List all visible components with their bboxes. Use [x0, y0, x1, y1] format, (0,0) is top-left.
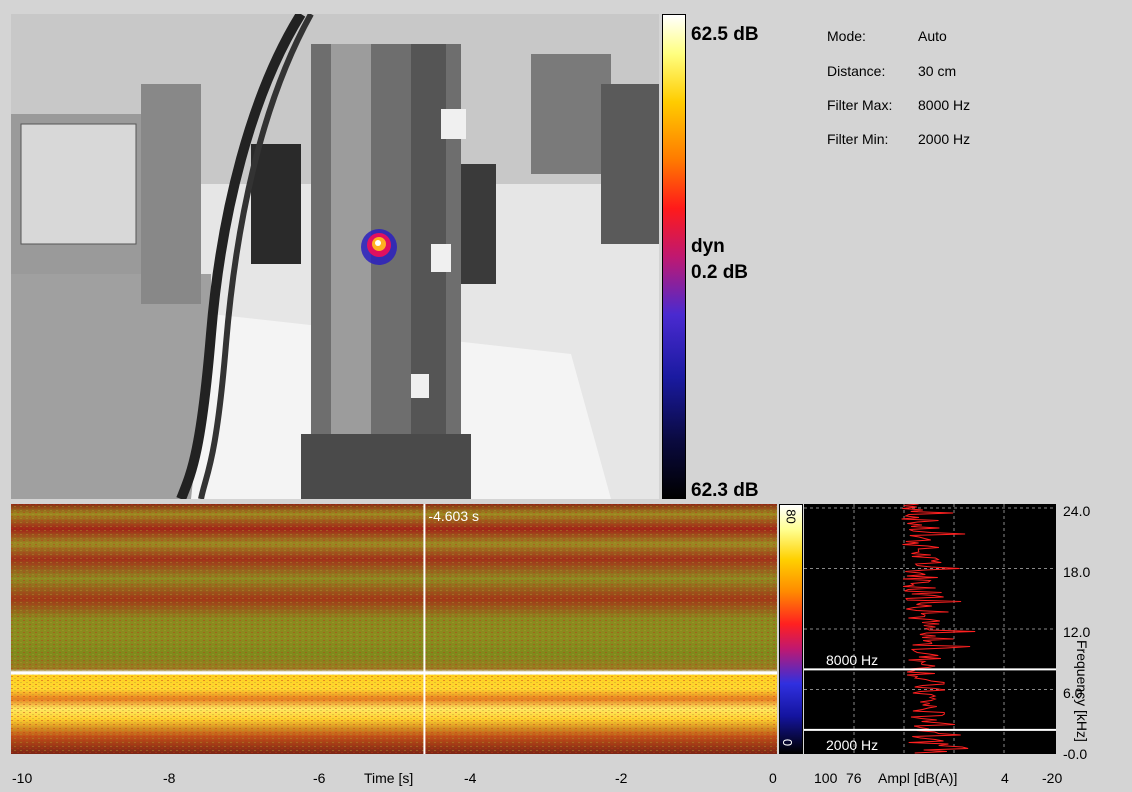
time-tick: -8	[163, 770, 176, 786]
info-mode-value: Auto	[918, 28, 947, 44]
time-axis-label: Time [s]	[364, 770, 414, 786]
ampl-tick: 4	[1001, 770, 1009, 786]
amplitude-spectrum[interactable]: 8000 Hz 2000 Hz	[804, 504, 1056, 754]
freq-tick: 18.0	[1063, 564, 1091, 580]
freq-tick: 12.0	[1063, 624, 1091, 640]
time-tick: -2	[615, 770, 628, 786]
spectrogram-colorbar: 80 0	[779, 504, 803, 754]
info-distance-key: Distance:	[827, 63, 886, 79]
filter-min-label: 2000 Hz	[826, 737, 879, 753]
info-distance-value: 30 cm	[918, 63, 957, 79]
freq-tick: -0.0	[1063, 746, 1088, 762]
info-filter-max-value: 8000 Hz	[918, 97, 971, 113]
time-tick: 0	[769, 770, 777, 786]
time-tick: -4	[464, 770, 477, 786]
small-colorbar-min: 0	[780, 738, 796, 747]
frequency-axis-label: Frequency [kHz]	[1074, 640, 1090, 742]
spectrogram[interactable]: -4.603 s	[11, 504, 777, 754]
ampl-tick: -20	[1042, 770, 1063, 786]
small-colorbar-max: 80	[783, 509, 799, 524]
colorbar-min-label: 62.3 dB	[691, 480, 759, 501]
colorbar-dyn-label: dyn	[691, 236, 725, 257]
info-filter-max-key: Filter Max:	[827, 97, 893, 113]
ampl-tick: 100	[814, 770, 838, 786]
freq-tick: 24.0	[1063, 503, 1091, 519]
info-filter-min-key: Filter Min:	[827, 131, 889, 147]
info-filter-min-value: 2000 Hz	[918, 131, 971, 147]
ampl-tick: 76	[846, 770, 862, 786]
cursor-time-label: -4.603 s	[428, 508, 479, 524]
camera-image[interactable]	[11, 14, 659, 499]
filter-max-label: 8000 Hz	[826, 652, 879, 668]
colorbar-dyn-value: 0.2 dB	[691, 262, 749, 283]
colorbar-max-label: 62.5 dB	[691, 24, 759, 45]
ampl-axis-label: Ampl [dB(A)]	[878, 770, 958, 786]
time-tick: -6	[313, 770, 326, 786]
db-colorbar	[662, 14, 686, 499]
info-mode-key: Mode:	[827, 28, 866, 44]
time-tick: -10	[12, 770, 33, 786]
